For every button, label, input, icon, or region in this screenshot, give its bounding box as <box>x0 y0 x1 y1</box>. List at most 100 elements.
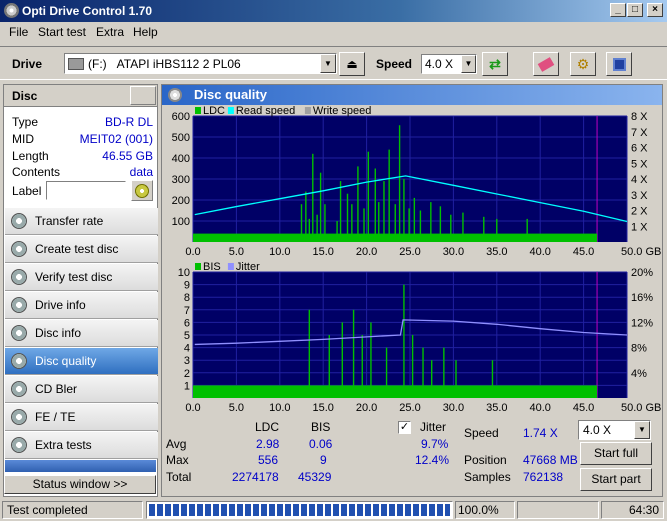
error-bar <box>413 197 416 242</box>
error-bar <box>408 208 410 242</box>
y2-tick-label: 12% <box>631 317 653 329</box>
x-tick-label: 25.0 <box>399 246 420 258</box>
nav-drive-info[interactable]: Drive info <box>5 292 158 319</box>
x-tick-label: 30.0 <box>443 402 464 414</box>
error-baseline <box>193 385 598 398</box>
x-tick-label: 35.0 <box>486 402 507 414</box>
avg-bis: 0.06 <box>309 437 333 451</box>
error-bar <box>357 166 359 242</box>
max-jitter: 12.4% <box>415 453 450 467</box>
elapsed-time: 64:30 <box>628 503 659 517</box>
avg-ldc: 2.98 <box>256 437 280 451</box>
maximize-button[interactable]: □ <box>627 3 643 17</box>
label-input[interactable] <box>46 181 126 200</box>
nav-cd-bler[interactable]: CD Bler <box>5 376 158 403</box>
error-bar <box>374 168 376 242</box>
legend-label: Read speed <box>236 105 295 117</box>
disc-header-button[interactable] <box>130 86 156 105</box>
nav-label: CD Bler <box>35 382 78 396</box>
legend-swatch <box>304 107 311 114</box>
error-bar <box>370 322 372 398</box>
chevron-down-icon[interactable]: ▼ <box>461 55 476 73</box>
x-tick-label: 40.0 <box>529 246 550 258</box>
chevron-down-icon[interactable]: ▼ <box>634 421 650 439</box>
status-window-button[interactable]: Status window >> <box>4 475 156 494</box>
disc-icon <box>11 269 27 285</box>
error-bar <box>312 153 314 242</box>
menu-file[interactable]: File <box>9 25 28 39</box>
refresh-button[interactable]: ⇄ <box>482 52 508 76</box>
y-tick-label: 1 <box>184 380 190 392</box>
y2-tick-label: 4 X <box>631 174 648 186</box>
y-tick-label: 300 <box>172 174 190 186</box>
refresh-icon: ⇄ <box>489 55 501 72</box>
nav-create-test-disc[interactable]: Create test disc <box>5 236 158 263</box>
error-bar <box>351 204 353 242</box>
speed-label: Speed <box>376 57 413 71</box>
error-bar <box>300 204 303 242</box>
nav-label: Create test disc <box>35 242 119 256</box>
close-button[interactable]: × <box>647 3 663 17</box>
minimize-button[interactable]: _ <box>610 3 626 17</box>
chevron-down-icon[interactable]: ▼ <box>320 54 336 73</box>
error-bar <box>403 179 405 242</box>
error-bar <box>483 216 485 242</box>
contents-value: data <box>129 165 153 179</box>
ldc-chart: 100 200 300 400 500 600 1 X 2 X 3 X 4 X 5 X 6 X 7 X 8… <box>172 105 662 258</box>
start-part-button[interactable]: Start part <box>580 468 652 491</box>
nav-verify-test-disc[interactable]: Verify test disc <box>5 264 158 291</box>
nav-spacer <box>5 460 156 472</box>
disc-icon <box>11 437 27 453</box>
test-speed-select[interactable]: 4.0 X ▼ <box>578 420 651 440</box>
menu-extra[interactable]: Extra <box>96 25 124 39</box>
toolbar: Drive (F:) ATAPI iHBS112 2 PL06 ▼ ⏏ Spee… <box>0 46 667 80</box>
x-tick-label: 50.0 GB <box>621 246 661 258</box>
error-bar <box>385 347 388 398</box>
nav-label: Disc quality <box>35 354 97 368</box>
status-text: Test completed <box>7 503 88 517</box>
erase-button[interactable] <box>533 52 559 76</box>
col-bis: BIS <box>311 420 331 434</box>
error-bar <box>431 360 433 398</box>
error-bar <box>496 218 498 242</box>
panel-header: Disc quality <box>162 85 662 105</box>
label-disc-button[interactable] <box>131 180 153 201</box>
y-tick-label: 5 <box>184 330 190 342</box>
app-icon <box>4 3 19 18</box>
drive-select[interactable]: (F:) ATAPI iHBS112 2 PL06 ▼ <box>64 53 337 74</box>
nav-disc-quality[interactable]: Disc quality <box>5 348 158 375</box>
disc-icon <box>11 409 27 425</box>
contents-label: Contents <box>12 165 61 179</box>
x-tick-label: 35.0 <box>486 246 507 258</box>
menu-help[interactable]: Help <box>133 25 158 39</box>
jitter-checkbox[interactable]: ✓ <box>398 421 411 434</box>
progress-percent: 100.0% <box>458 503 499 517</box>
nav-label: FE / TE <box>35 410 76 424</box>
length-value: 46.55 GB <box>102 149 153 163</box>
menu-start-test[interactable]: Start test <box>38 25 86 39</box>
position-label: Position <box>464 453 507 467</box>
error-bar <box>383 181 385 242</box>
x-tick-label: 20.0 <box>356 402 377 414</box>
legend-swatch <box>195 263 201 270</box>
nav-transfer-rate[interactable]: Transfer rate <box>5 208 158 235</box>
error-bar <box>439 206 442 242</box>
x-tick-label: 0.0 <box>185 402 200 414</box>
panel-title: Disc quality <box>194 87 267 102</box>
speed-select[interactable]: 4.0 X ▼ <box>421 54 477 74</box>
mid-label: MID <box>12 132 34 146</box>
y-tick-label: 2 <box>184 368 190 380</box>
nav-extra-tests[interactable]: Extra tests <box>5 432 158 459</box>
gears-icon: ⚙ <box>576 55 590 72</box>
nav-disc-info[interactable]: Disc info <box>5 320 158 347</box>
error-bar <box>455 360 457 398</box>
nav-fe-te[interactable]: FE / TE <box>5 404 158 431</box>
window-title: Opti Drive Control 1.70 <box>22 4 153 18</box>
save-button[interactable] <box>606 52 632 76</box>
start-full-button[interactable]: Start full <box>580 442 652 465</box>
settings-button[interactable]: ⚙ <box>570 52 596 76</box>
title-bar: Opti Drive Control 1.70 _ □ × <box>0 0 667 22</box>
y2-tick-label: 2 X <box>631 206 648 218</box>
eject-button[interactable]: ⏏ <box>339 52 365 76</box>
x-tick-label: 10.0 <box>269 246 290 258</box>
